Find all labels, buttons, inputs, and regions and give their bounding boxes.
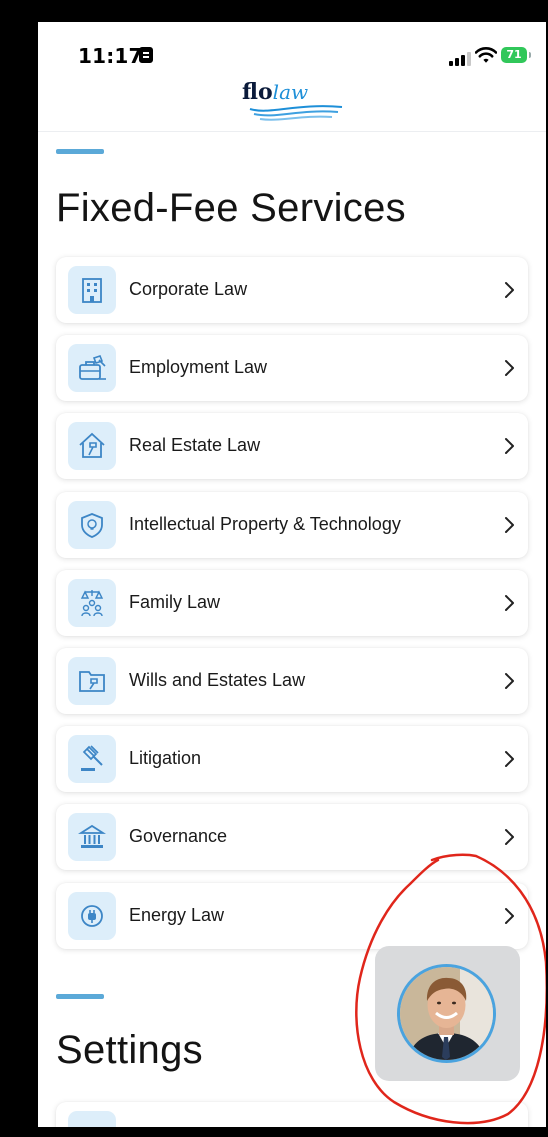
service-item-label: Wills and Estates Law (129, 670, 306, 690)
service-item-label: Real Estate Law (129, 435, 261, 455)
settings-item[interactable] (56, 1102, 528, 1127)
cellular-signal-icon (449, 52, 471, 66)
service-item[interactable]: Energy Law (56, 883, 528, 949)
gavel-icon (68, 735, 116, 783)
service-item[interactable]: Real Estate Law (56, 413, 528, 479)
scales-family-icon (68, 579, 116, 627)
service-item-label: Intellectual Property & Technology (129, 514, 401, 534)
service-item[interactable]: Intellectual Property & Technology (56, 492, 528, 558)
section-accent-bar (56, 994, 104, 999)
settings-section-title: Settings (56, 1028, 203, 1072)
assistant-avatar-button[interactable] (375, 946, 520, 1081)
service-item[interactable]: Employment Law (56, 335, 528, 401)
service-item-label: Governance (129, 826, 228, 846)
house-gavel-icon (68, 422, 116, 470)
building-icon (68, 266, 116, 314)
chevron-right-icon (505, 673, 514, 689)
folder-gavel-icon (68, 657, 116, 705)
plug-icon (68, 892, 116, 940)
service-item-label: Family Law (129, 592, 221, 612)
service-item[interactable]: Litigation (56, 726, 528, 792)
chevron-right-icon (505, 829, 514, 845)
service-item-label: Corporate Law (129, 279, 248, 299)
wave-logo-icon (249, 105, 343, 121)
chevron-right-icon (505, 595, 514, 611)
assistant-avatar[interactable] (397, 964, 496, 1063)
chevron-right-icon (505, 751, 514, 767)
service-item-label: Litigation (129, 748, 202, 768)
chevron-right-icon (505, 360, 514, 376)
settings-item-icon (68, 1111, 116, 1127)
header-divider (38, 131, 546, 132)
service-item[interactable]: Family Law (56, 570, 528, 636)
service-item[interactable]: Corporate Law (56, 257, 528, 323)
service-item[interactable]: Governance (56, 804, 528, 870)
service-item[interactable]: Wills and Estates Law (56, 648, 528, 714)
chevron-right-icon (505, 282, 514, 298)
app-screen: 11:17 71 flolaw Fixed-Fee Services Corpo… (38, 22, 546, 1127)
service-item-label: Energy Law (129, 905, 225, 925)
person-portrait-icon (400, 967, 493, 1060)
status-bar: 11:17 71 (38, 22, 546, 72)
courthouse-icon (68, 813, 116, 861)
chevron-right-icon (505, 517, 514, 533)
section-accent-bar (56, 149, 104, 154)
briefcase-gavel-icon (68, 344, 116, 392)
battery-icon: 71 (501, 47, 531, 63)
focus-badge-icon (139, 47, 153, 63)
status-time: 11:17 (78, 44, 143, 68)
wifi-icon (475, 47, 497, 63)
chevron-right-icon (505, 438, 514, 454)
services-section-title: Fixed-Fee Services (56, 186, 406, 230)
flolaw-logo: flolaw (238, 77, 348, 125)
service-item-label: Employment Law (129, 357, 268, 377)
shield-bulb-icon (68, 501, 116, 549)
chevron-right-icon (505, 908, 514, 924)
